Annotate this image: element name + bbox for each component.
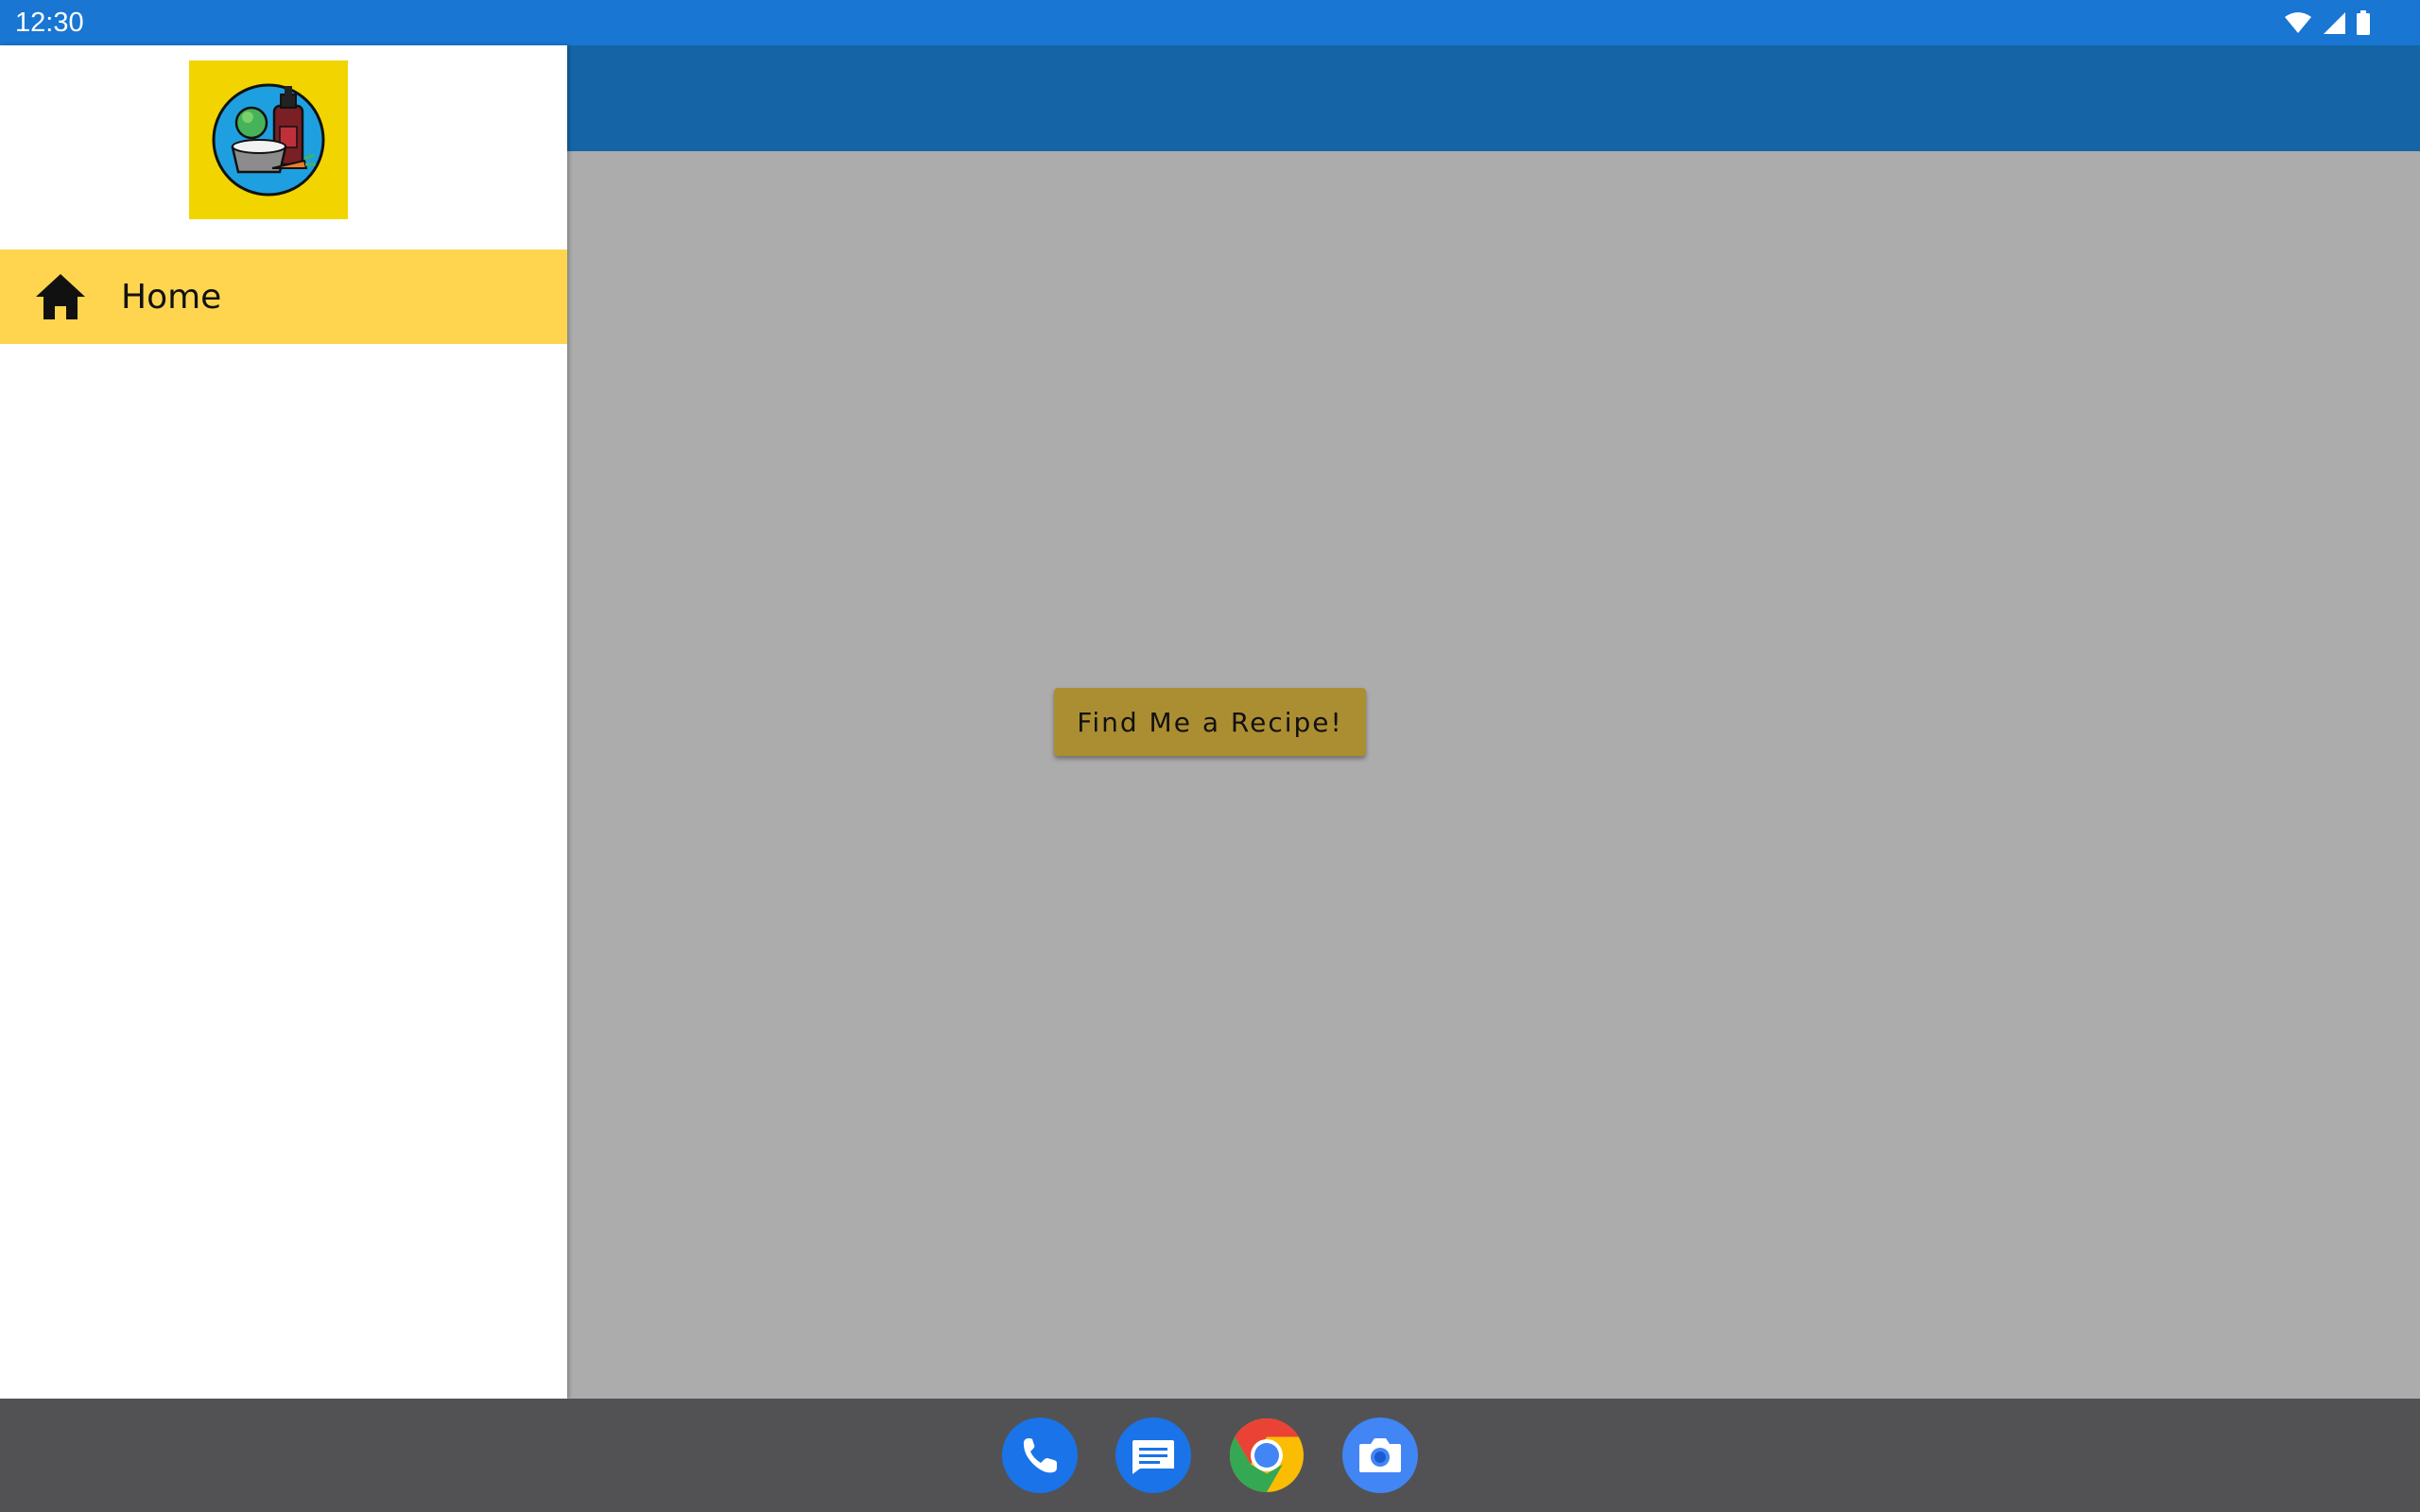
drawer-item-home[interactable]: Home bbox=[0, 249, 567, 344]
recipe-app-logo-icon bbox=[212, 83, 325, 197]
dock-app-phone[interactable] bbox=[1002, 1418, 1078, 1493]
home-icon bbox=[36, 274, 85, 319]
dock-app-chrome[interactable] bbox=[1229, 1418, 1305, 1493]
status-bar: 12:30 bbox=[0, 0, 2420, 45]
drawer-item-label: Home bbox=[121, 278, 222, 317]
navigation-drawer: Home bbox=[0, 45, 567, 1399]
dock-app-camera[interactable] bbox=[1342, 1418, 1418, 1493]
battery-icon bbox=[2357, 10, 2370, 35]
status-icons bbox=[2284, 10, 2371, 35]
app-bar bbox=[567, 45, 2420, 151]
dock bbox=[0, 1399, 2420, 1512]
status-time: 12:30 bbox=[15, 8, 84, 38]
phone-icon bbox=[1023, 1438, 1057, 1473]
drawer-header bbox=[0, 45, 567, 249]
find-recipe-button[interactable]: Find Me a Recipe! bbox=[1054, 688, 1366, 756]
chrome-icon bbox=[1229, 1418, 1304, 1492]
cellular-signal-icon bbox=[2324, 12, 2345, 34]
app-logo bbox=[189, 60, 348, 219]
dock-app-messages[interactable] bbox=[1115, 1418, 1191, 1493]
wifi-icon bbox=[2285, 12, 2311, 33]
messages-icon bbox=[1132, 1440, 1174, 1474]
camera-icon bbox=[1359, 1438, 1401, 1472]
screen: 12:30 Find Me a Recipe! Home bbox=[0, 0, 2420, 1512]
